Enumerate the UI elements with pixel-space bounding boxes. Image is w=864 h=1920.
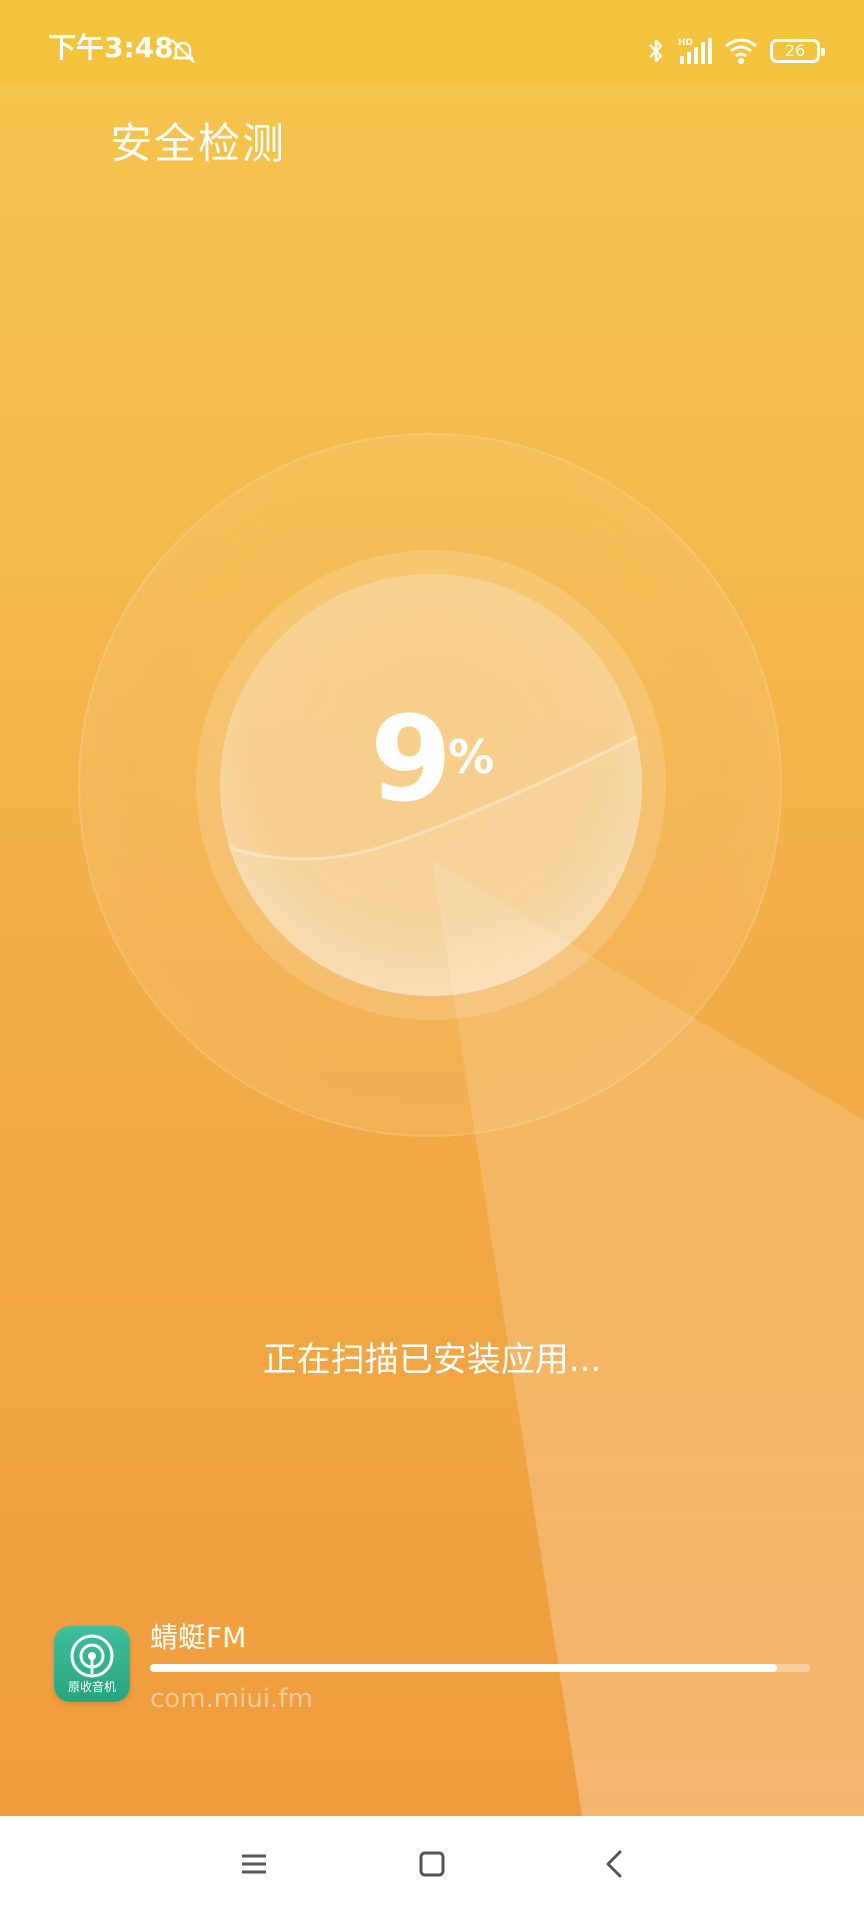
page-title: 安全检测 xyxy=(110,119,287,168)
wifi-icon xyxy=(725,38,757,64)
app-scan-progress xyxy=(150,1664,810,1672)
status-icons: HD 26 xyxy=(646,34,825,68)
battery-indicator: 26 xyxy=(770,39,825,63)
bluetooth-icon xyxy=(649,39,663,63)
app-icon: 原收音机 xyxy=(54,1626,130,1702)
hd-signal-icon: HD xyxy=(678,38,712,64)
back-icon[interactable] xyxy=(594,1844,634,1884)
app-name: 蜻蜓FM xyxy=(150,1621,247,1654)
alarm-off-icon xyxy=(171,39,195,63)
home-icon[interactable] xyxy=(412,1844,452,1884)
app-icon-caption: 原收音机 xyxy=(67,1680,116,1694)
app-scan-progress-fill xyxy=(150,1664,777,1672)
menu-icon[interactable] xyxy=(234,1844,274,1884)
app-package-name: com.miui.fm xyxy=(150,1684,313,1714)
status-bar: 下午3:48 HD 26 xyxy=(0,0,864,82)
current-app-row: 原收音机 蜻蜓FM com.miui.fm xyxy=(54,1621,814,1714)
status-time: 下午3:48 xyxy=(48,31,174,64)
scan-percent-value: 9 xyxy=(370,690,453,828)
scan-percent-sign: % xyxy=(448,730,495,784)
svg-text:HD: HD xyxy=(678,38,693,48)
navigation-bar xyxy=(0,1816,864,1920)
scan-status-text: 正在扫描已安装应用... xyxy=(262,1340,602,1380)
